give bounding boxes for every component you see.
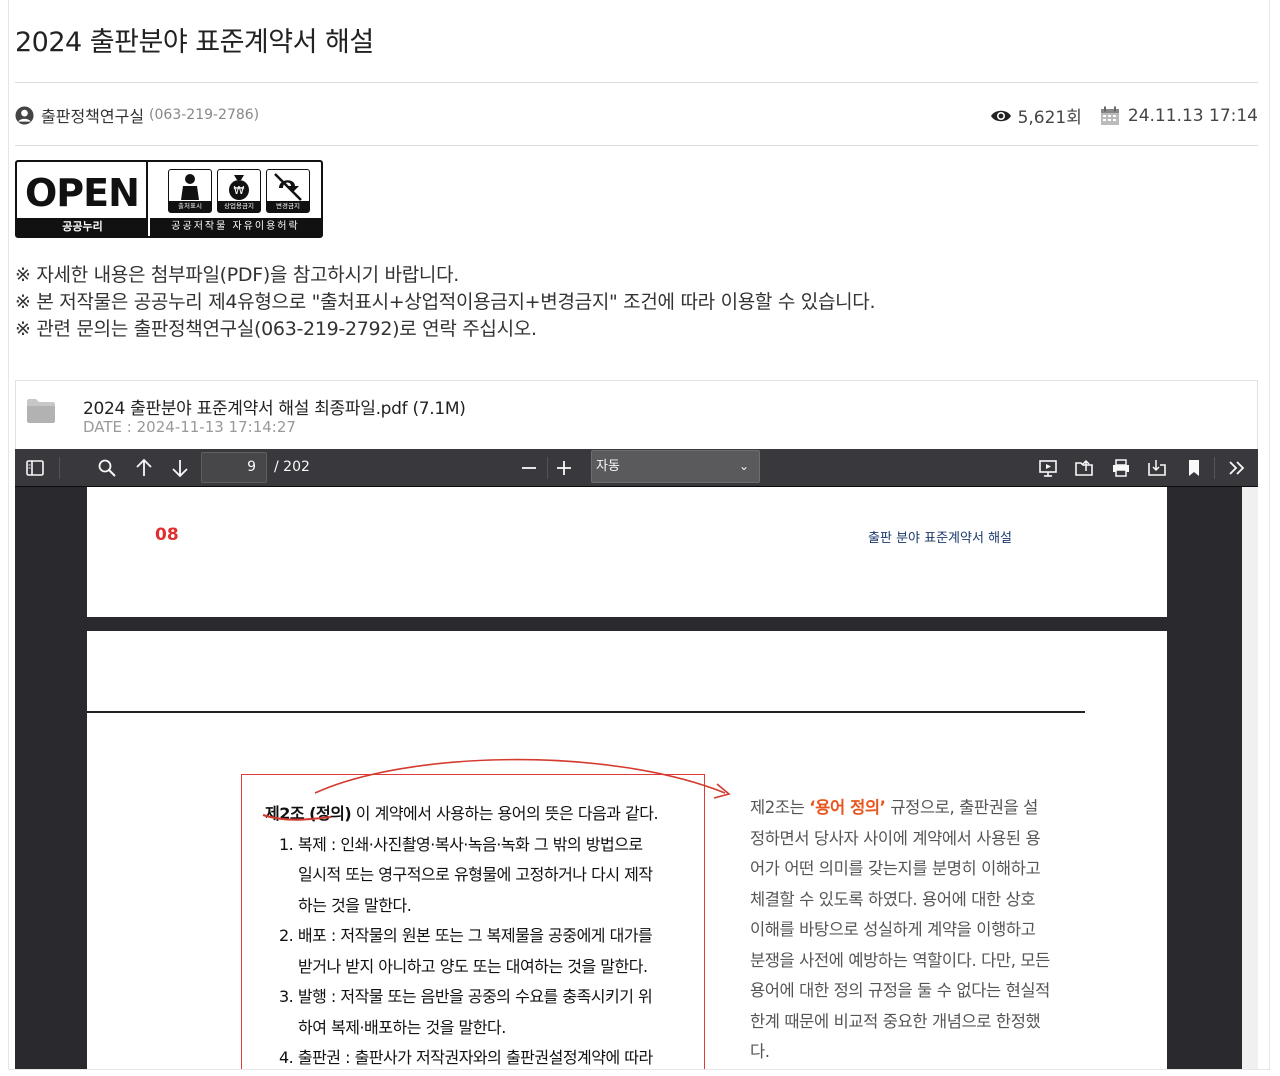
notice-list: ※ 자세한 내용은 첨부파일(PDF)을 참고하시기 바랍니다. ※ 본 저작물… bbox=[15, 262, 876, 343]
commentary-post: 규정으로, 출판권을 설정하면서 당사자 사이에 계약에서 사용된 용어가 어떤… bbox=[750, 798, 1050, 1061]
open-word: OPEN bbox=[25, 171, 140, 215]
post-meta: 5,621회 24.11.13 17:14 bbox=[990, 103, 1258, 128]
person-icon bbox=[15, 105, 34, 125]
toolbar-separator bbox=[59, 457, 60, 479]
zoom-out-icon[interactable] bbox=[517, 456, 541, 480]
pdf-page: 제2조 (정의) 이 계약에서 사용하는 용어의 뜻은 다음과 같다. 1. 복… bbox=[87, 631, 1167, 1069]
open-right-label: 공공저작물 자유이용허락 bbox=[150, 218, 321, 236]
bookmark-icon[interactable] bbox=[1182, 456, 1206, 480]
notice-line: ※ 자세한 내용은 첨부파일(PDF)을 참고하시기 바랍니다. bbox=[15, 264, 460, 286]
attribution-icon: 출처표시 bbox=[168, 169, 212, 213]
zoom-in-icon[interactable] bbox=[552, 456, 576, 480]
page-title: 2024 출판분야 표준계약서 해설 bbox=[15, 27, 374, 58]
folder-icon bbox=[27, 399, 55, 423]
attachment-filename[interactable]: 2024 출판분야 표준계약서 해설 최종파일.pdf (7.1M) bbox=[83, 394, 466, 419]
open-left-label: 공공누리 bbox=[17, 218, 148, 236]
sidebar-toggle-icon[interactable] bbox=[23, 456, 47, 480]
attachment-item[interactable]: 2024 출판분야 표준계약서 해설 최종파일.pdf (7.1M) DATE … bbox=[15, 380, 1258, 449]
open-logo: OPEN 공공누리 bbox=[17, 162, 148, 236]
attachment-date: DATE : 2024-11-13 17:14:27 bbox=[83, 418, 296, 436]
author-info: 출판정책연구실 (063-219-2786) bbox=[15, 103, 259, 127]
presentation-icon[interactable] bbox=[1036, 456, 1060, 480]
open-file-icon[interactable] bbox=[1072, 456, 1096, 480]
arrow-down-icon[interactable] bbox=[168, 456, 192, 480]
toolbar-separator bbox=[547, 457, 548, 479]
scrollbar[interactable] bbox=[1242, 487, 1258, 1069]
notice-line: ※ 본 저작물은 공공누리 제4유형으로 "출처표시+상업적이용금지+변경금지"… bbox=[15, 291, 876, 313]
arrow-up-icon[interactable] bbox=[132, 456, 156, 480]
commentary-text: 제2조는 ‘용어 정의’ 규정으로, 출판권을 설정하면서 당사자 사이에 계약… bbox=[750, 793, 1050, 1068]
author-phone: (063-219-2786) bbox=[149, 107, 260, 123]
calendar-icon bbox=[1100, 106, 1119, 125]
pdf-viewer: 9 / 202 자동 ⌄ 08 출판 분야 표준계약서 해설 제2조 (정의) … bbox=[15, 449, 1258, 1069]
download-icon[interactable] bbox=[1145, 456, 1169, 480]
eye-icon bbox=[990, 110, 1011, 121]
chevron-down-icon: ⌄ bbox=[738, 459, 749, 473]
print-icon[interactable] bbox=[1109, 456, 1133, 480]
search-icon[interactable] bbox=[95, 456, 119, 480]
zoom-select[interactable]: 자동 ⌄ bbox=[591, 450, 760, 483]
pdf-page: 08 출판 분야 표준계약서 해설 bbox=[87, 487, 1167, 617]
noncommercial-icon: ₩ 상업용금지 bbox=[217, 169, 261, 213]
page-header-title: 출판 분야 표준계약서 해설 bbox=[868, 531, 1012, 546]
divider bbox=[15, 145, 1258, 146]
double-chevron-right-icon[interactable] bbox=[1225, 456, 1249, 480]
page-number-input[interactable]: 9 bbox=[201, 452, 267, 483]
divider bbox=[15, 82, 1258, 83]
page-header-number: 08 bbox=[155, 525, 179, 545]
page-count: / 202 bbox=[274, 459, 310, 475]
zoom-value: 자동 bbox=[596, 459, 620, 474]
pdf-toolbar: 9 / 202 자동 ⌄ bbox=[15, 449, 1258, 487]
post-datetime: 24.11.13 17:14 bbox=[1127, 105, 1258, 126]
commentary-pre: 제2조는 bbox=[750, 798, 810, 817]
toolbar-separator bbox=[1214, 457, 1215, 479]
notice-line: ※ 관련 문의는 출판정책연구실(063-219-2792)로 연락 주십시오. bbox=[15, 318, 537, 340]
view-count: 5,621회 bbox=[1017, 108, 1082, 128]
commentary-emphasis: ‘용어 정의’ bbox=[809, 798, 886, 817]
svg-text:₩: ₩ bbox=[234, 184, 245, 197]
open-conditions: 출처표시 ₩ 상업용금지 변경금지 공공저작물 자유이용허락 bbox=[150, 162, 321, 236]
kogl-open-badge: OPEN 공공누리 출처표시 ₩ 상업용금지 변경금지 공공저작물 자유이용허락 bbox=[15, 160, 323, 238]
author-name: 출판정책연구실 bbox=[41, 107, 145, 126]
no-derivatives-icon: 변경금지 bbox=[266, 169, 310, 213]
